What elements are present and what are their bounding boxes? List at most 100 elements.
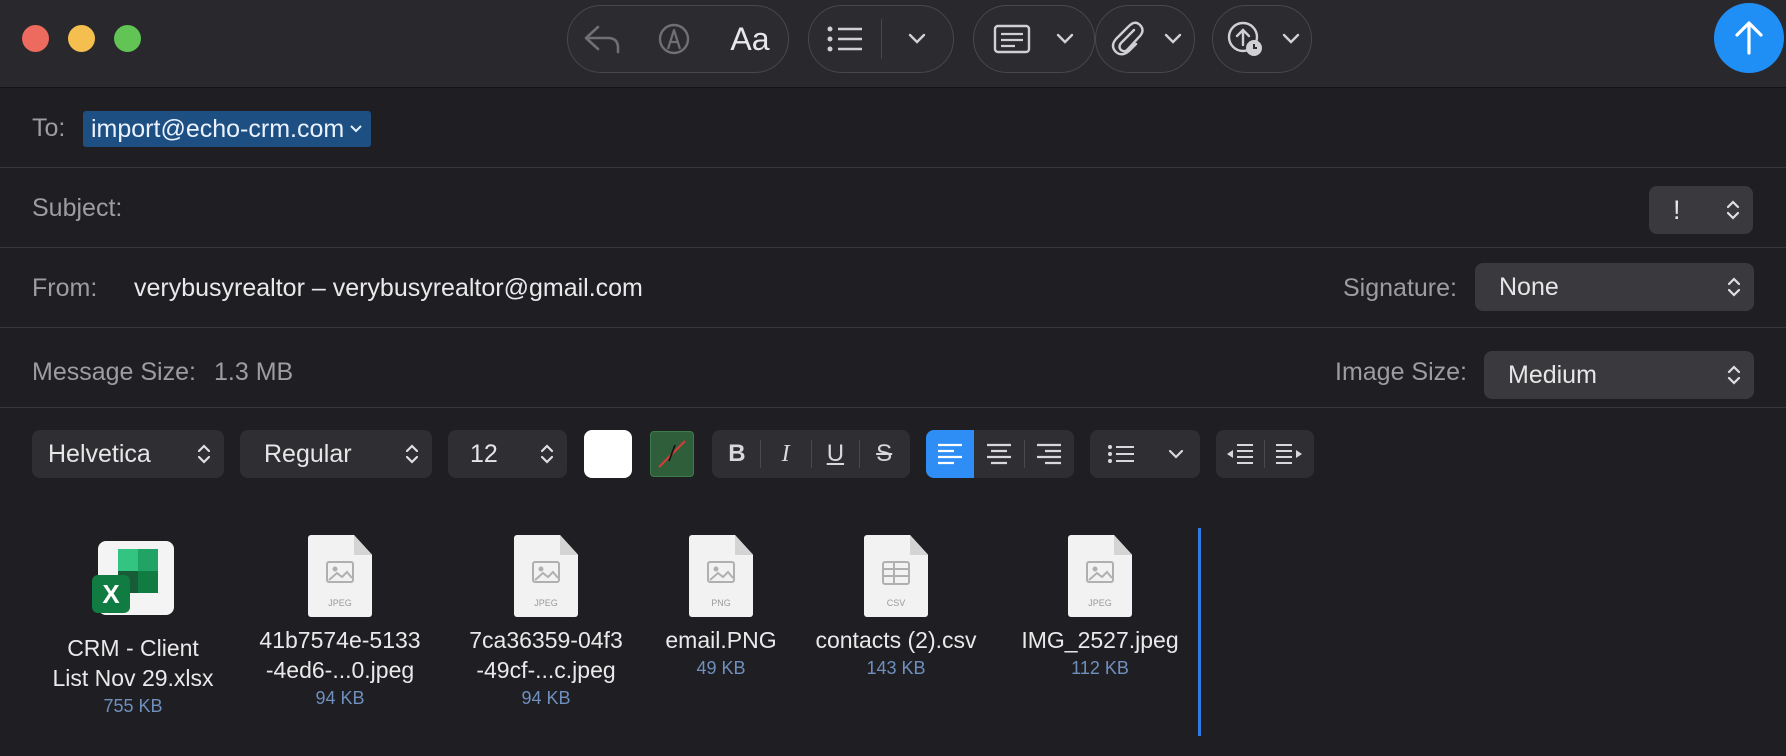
- up-down-chevron-icon: [1713, 198, 1753, 222]
- font-size-value: 12: [470, 439, 498, 468]
- indent-icon: [1276, 444, 1302, 464]
- attachment-name: email.PNG: [665, 627, 777, 653]
- file-extension: CSV: [886, 598, 906, 608]
- attachment-size: 94 KB: [521, 688, 571, 708]
- chevron-down-icon: [1152, 430, 1200, 478]
- font-style-popup[interactable]: Regular: [240, 430, 432, 478]
- indent-group: [1216, 430, 1314, 478]
- image-glyph-icon: [707, 561, 735, 583]
- up-down-chevron-icon: [392, 442, 432, 466]
- signature-label: Signature:: [1343, 274, 1457, 302]
- strikethrough-button[interactable]: S: [860, 430, 908, 478]
- font-family-popup[interactable]: Helvetica: [32, 430, 224, 478]
- toolbar-group-compose: Aa: [567, 5, 789, 73]
- align-right-icon: [1037, 443, 1061, 465]
- paperclip-icon: [1096, 5, 1158, 73]
- subject-row: Subject:: [0, 168, 1786, 248]
- arrow-up-icon: [1735, 21, 1763, 55]
- list-style-popup[interactable]: [1090, 430, 1200, 478]
- send-button[interactable]: [1714, 3, 1784, 73]
- chevron-down-icon: [350, 125, 362, 133]
- font-size-popup[interactable]: 12: [448, 430, 567, 478]
- no-color-slash-icon: [658, 440, 686, 468]
- font-toggle-button[interactable]: Aa: [712, 5, 788, 73]
- increase-indent-button[interactable]: [1265, 430, 1313, 478]
- attach-button[interactable]: [1095, 5, 1195, 73]
- decrease-indent-button[interactable]: [1216, 430, 1264, 478]
- font-family-value: Helvetica: [48, 439, 151, 468]
- reply-icon[interactable]: [568, 5, 636, 73]
- minimize-window-button[interactable]: [68, 25, 95, 52]
- toolbar-group-format: [808, 5, 954, 73]
- attachment-item[interactable]: PNG email.PNG 49 KB: [650, 535, 792, 681]
- subject-label: Subject:: [32, 194, 123, 222]
- attachment-name: CRM - Client List Nov 29.xlsx: [52, 635, 214, 691]
- image-glyph-icon: [532, 561, 560, 583]
- align-center-button[interactable]: [974, 430, 1024, 478]
- image-glyph-icon: [326, 561, 354, 583]
- align-right-button[interactable]: [1025, 430, 1073, 478]
- window-toolbar: Aa: [0, 0, 1786, 88]
- up-down-chevron-icon: [527, 442, 567, 466]
- attachment-size: 49 KB: [696, 658, 746, 678]
- attachment-name: 7ca36359-04f3 -49cf-...c.jpeg: [469, 627, 623, 683]
- recipient-address: import@echo-crm.com: [91, 114, 345, 143]
- align-left-button[interactable]: [926, 430, 974, 478]
- up-down-chevron-icon: [184, 442, 224, 466]
- from-account[interactable]: verybusyrealtor – verybusyrealtor@gmail.…: [134, 274, 643, 303]
- header-fields-button[interactable]: [973, 5, 1095, 73]
- italic-button[interactable]: I: [761, 430, 811, 478]
- close-window-button[interactable]: [22, 25, 49, 52]
- chevron-down-icon: [1050, 5, 1080, 73]
- csv-file-icon: CSV: [864, 535, 928, 617]
- markup-icon[interactable]: [636, 5, 712, 73]
- message-size-value: 1.3 MB: [214, 358, 294, 386]
- text-color-swatch[interactable]: [584, 430, 632, 478]
- bold-button[interactable]: B: [714, 430, 760, 478]
- background-color-swatch[interactable]: [650, 431, 694, 477]
- attachment-size: 112 KB: [1071, 658, 1129, 678]
- chevron-down-icon: [1158, 5, 1188, 73]
- attachment-size: 143 KB: [866, 658, 926, 678]
- attachment-name: contacts (2).csv: [815, 627, 977, 653]
- jpeg-file-icon: JPEG: [514, 535, 578, 617]
- zoom-window-button[interactable]: [114, 25, 141, 52]
- signature-popup[interactable]: None: [1475, 263, 1754, 311]
- attachment-size: 755 KB: [103, 696, 163, 716]
- jpeg-file-icon: JPEG: [308, 535, 372, 617]
- outdent-icon: [1227, 444, 1253, 464]
- attachment-item[interactable]: JPEG 41b7574e-5133 -4ed6-...0.jpeg 94 KB: [245, 535, 435, 711]
- file-extension: JPEG: [328, 598, 352, 608]
- alignment-group: [926, 430, 1074, 478]
- attachment-size: 94 KB: [315, 688, 365, 708]
- up-down-chevron-icon: [1714, 363, 1754, 387]
- align-center-icon: [987, 443, 1011, 465]
- attachment-item[interactable]: CSV contacts (2).csv 143 KB: [800, 535, 992, 681]
- attachment-item[interactable]: JPEG IMG_2527.jpeg 112 KB: [1008, 535, 1192, 681]
- table-glyph-icon: [882, 561, 910, 585]
- attachment-item[interactable]: X CRM - Client List Nov 29.xlsx 755 KB: [38, 535, 228, 719]
- send-later-icon: [1213, 5, 1277, 73]
- priority-popup[interactable]: !: [1649, 186, 1753, 234]
- chevron-down-icon: [1277, 5, 1305, 73]
- bulleted-list-icon: [1090, 430, 1152, 478]
- up-down-chevron-icon: [1714, 275, 1754, 299]
- list-format-icon[interactable]: [809, 5, 881, 73]
- align-left-icon: [938, 443, 962, 465]
- jpeg-file-icon: JPEG: [1068, 535, 1132, 617]
- text-style-group: B I U S: [712, 430, 910, 478]
- attachment-name: IMG_2527.jpeg: [1021, 627, 1179, 653]
- chevron-down-icon[interactable]: [882, 5, 954, 73]
- image-size-popup[interactable]: Medium: [1484, 351, 1754, 399]
- file-extension: JPEG: [534, 598, 558, 608]
- recipient-token[interactable]: import@echo-crm.com: [83, 111, 372, 147]
- underline-button[interactable]: U: [812, 430, 860, 478]
- send-later-button[interactable]: [1212, 5, 1312, 73]
- signature-value: None: [1499, 272, 1559, 301]
- attachment-item[interactable]: JPEG 7ca36359-04f3 -49cf-...c.jpeg 94 KB: [450, 535, 642, 711]
- priority-symbol: !: [1673, 194, 1681, 225]
- image-size-label: Image Size:: [1335, 358, 1468, 386]
- subject-input[interactable]: [140, 194, 1620, 224]
- message-size-label: Message Size:: [32, 358, 196, 386]
- to-label: To:: [32, 114, 66, 142]
